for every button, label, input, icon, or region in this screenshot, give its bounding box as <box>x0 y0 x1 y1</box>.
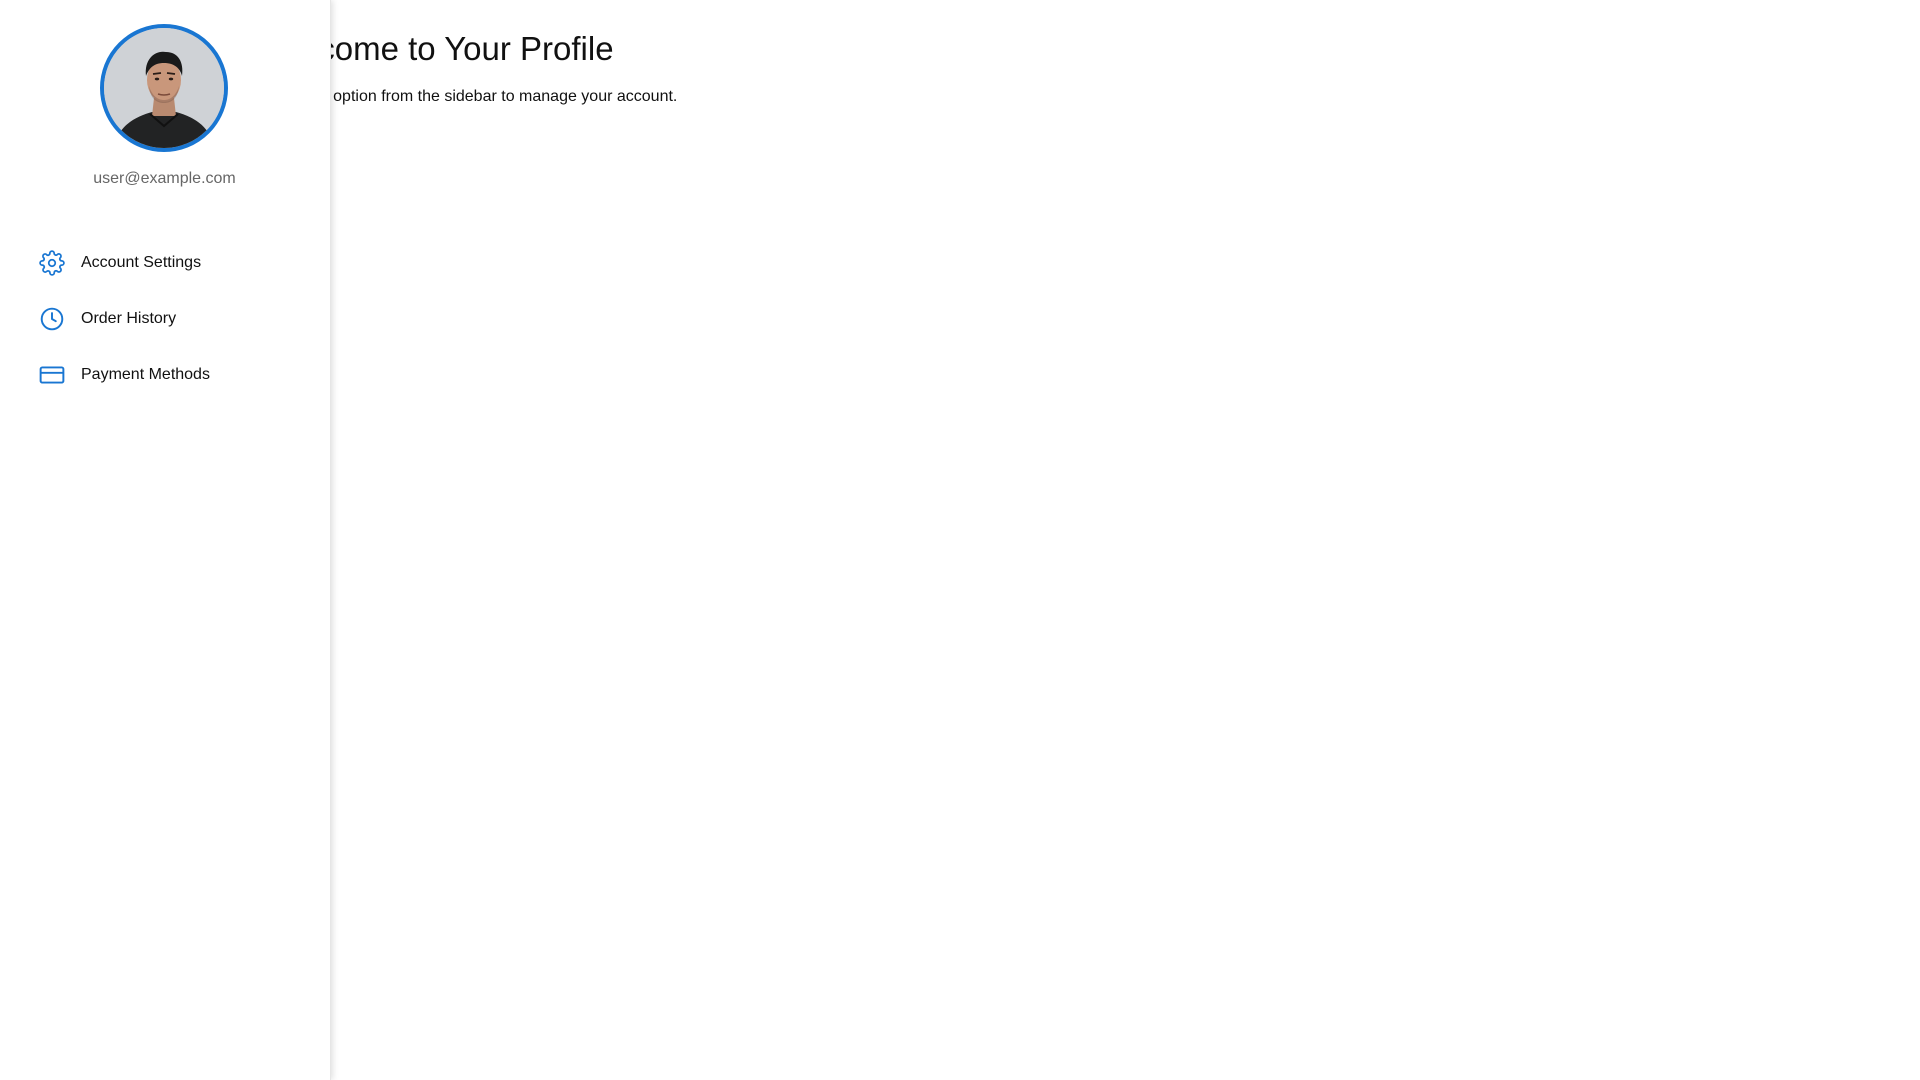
sidebar: user@example.com Account Settings Order … <box>0 0 331 1080</box>
avatar <box>100 24 228 152</box>
sidebar-item-label: Order History <box>81 310 177 327</box>
credit-card-icon <box>39 362 65 388</box>
sidebar-item-label: Account Settings <box>81 254 202 271</box>
sidebar-item-payment-methods[interactable]: Payment Methods <box>0 347 329 403</box>
sidebar-item-account-settings[interactable]: Account Settings <box>0 235 329 291</box>
main-content: Welcome to Your Profile Select an option… <box>262 0 1920 1080</box>
sidebar-nav: Account Settings Order History Payment M… <box>0 235 329 403</box>
user-email: user@example.com <box>93 170 236 187</box>
clock-icon <box>39 306 65 332</box>
gear-icon <box>39 250 65 276</box>
sidebar-item-order-history[interactable]: Order History <box>0 291 329 347</box>
sidebar-item-label: Payment Methods <box>81 366 210 383</box>
profile-photo <box>104 28 224 148</box>
profile-page: Welcome to Your Profile Select an option… <box>0 0 1920 1080</box>
